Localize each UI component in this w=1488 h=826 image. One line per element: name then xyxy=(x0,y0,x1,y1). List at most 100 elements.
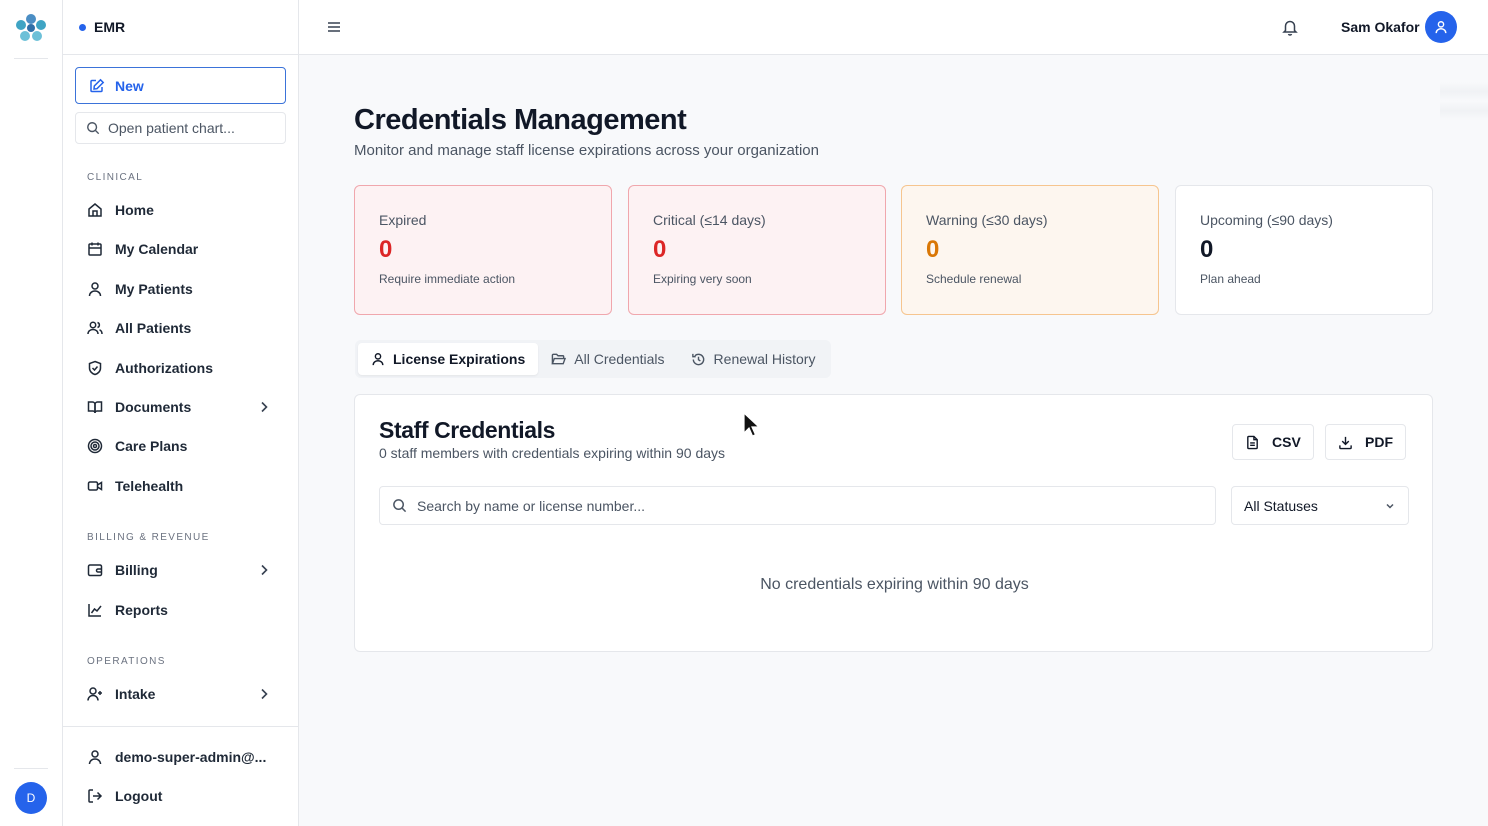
user-icon xyxy=(88,282,102,297)
sidebar-item-label: Reports xyxy=(115,602,168,618)
sidebar-item-calendar[interactable]: My Calendar xyxy=(75,233,286,265)
stat-description: Expiring very soon xyxy=(653,272,752,286)
sidebar-item-reports[interactable]: Reports xyxy=(75,594,286,626)
users-icon xyxy=(87,321,103,335)
mouse-cursor-icon xyxy=(743,412,761,437)
user-avatar[interactable] xyxy=(1425,11,1457,43)
new-button-label: New xyxy=(115,77,144,94)
sidebar-item-care-plans[interactable]: Care Plans xyxy=(75,430,286,462)
rail-divider xyxy=(14,58,48,59)
patient-chart-search[interactable] xyxy=(75,112,286,144)
sidebar-item-label: Billing xyxy=(115,562,158,578)
stat-description: Plan ahead xyxy=(1200,272,1261,286)
chevron-right-icon xyxy=(261,564,268,576)
sidebar-item-label: My Calendar xyxy=(115,241,199,257)
export-pdf-button[interactable]: PDF xyxy=(1325,424,1406,460)
bell-icon[interactable] xyxy=(1281,18,1299,36)
credential-search[interactable] xyxy=(379,486,1216,525)
empty-state-message: No credentials expiring within 90 days xyxy=(760,576,1029,593)
page-subtitle: Monitor and manage staff license expirat… xyxy=(354,142,819,159)
sidebar-item-label: Intake xyxy=(115,686,156,702)
sidebar-header: EMR xyxy=(63,0,298,55)
section-label-clinical: CLINICAL xyxy=(87,172,144,183)
logout-label: Logout xyxy=(115,788,163,804)
scroll-indicator xyxy=(1440,82,1488,130)
sidebar-item-label: Home xyxy=(115,202,154,218)
sidebar-item-label: My Patients xyxy=(115,281,193,297)
user-name[interactable]: Sam Okafor xyxy=(1341,19,1420,35)
rail-avatar[interactable]: D xyxy=(15,782,47,814)
stat-value: 0 xyxy=(653,236,667,263)
stat-value: 0 xyxy=(1200,236,1214,263)
stat-card-critical[interactable]: Critical (≤14 days) 0 Expiring very soon xyxy=(628,185,886,315)
home-icon xyxy=(88,203,102,217)
account-email: demo-super-admin@... xyxy=(115,749,267,765)
stat-description: Require immediate action xyxy=(379,272,516,286)
tab-label: License Expirations xyxy=(393,351,526,367)
tab-renewal-history[interactable]: Renewal History xyxy=(678,343,829,375)
book-open-icon xyxy=(87,401,103,414)
sidebar: EMR New CLINICAL Home My Calendar My Pat… xyxy=(63,0,299,826)
chevron-right-icon xyxy=(261,401,268,413)
stat-label: Upcoming (≤90 days) xyxy=(1200,212,1333,228)
sidebar-item-all-patients[interactable]: All Patients xyxy=(75,312,286,344)
section-label-operations: OPERATIONS xyxy=(87,656,166,667)
sidebar-item-label: Documents xyxy=(115,399,192,415)
stat-card-expired[interactable]: Expired 0 Require immediate action xyxy=(354,185,612,315)
logout-icon xyxy=(88,789,103,803)
search-icon xyxy=(393,499,407,513)
calendar-icon xyxy=(88,242,102,256)
credentials-tabs: License Expirations All Credentials Rene… xyxy=(355,340,832,378)
stat-value: 0 xyxy=(926,236,940,263)
status-dot-icon xyxy=(79,23,86,31)
user-icon xyxy=(1435,21,1447,34)
card-subtitle: 0 staff members with credentials expirin… xyxy=(379,445,726,461)
user-icon xyxy=(88,750,102,765)
section-label-billing: BILLING & REVENUE xyxy=(87,532,210,543)
stat-label: Critical (≤14 days) xyxy=(653,212,766,228)
edit-icon xyxy=(90,78,105,92)
chevron-down-icon xyxy=(1386,503,1394,509)
sidebar-item-label: Care Plans xyxy=(115,438,188,454)
patient-chart-input[interactable] xyxy=(108,120,278,136)
sidebar-item-home[interactable]: Home xyxy=(75,194,286,226)
sidebar-item-label: All Patients xyxy=(115,320,192,336)
sidebar-item-documents[interactable]: Documents xyxy=(75,391,286,423)
stat-card-warning[interactable]: Warning (≤30 days) 0 Schedule renewal xyxy=(901,185,1159,315)
status-filter-select[interactable]: All Statuses xyxy=(1231,486,1409,525)
sidebar-item-account[interactable]: demo-super-admin@... xyxy=(75,741,286,773)
credential-search-input[interactable] xyxy=(417,497,1197,514)
export-csv-button[interactable]: CSV xyxy=(1232,424,1314,460)
stat-label: Expired xyxy=(379,212,427,228)
download-icon xyxy=(1339,436,1352,449)
sidebar-item-authorizations[interactable]: Authorizations xyxy=(75,352,286,384)
user-icon xyxy=(372,353,384,366)
sidebar-item-telehealth[interactable]: Telehealth xyxy=(75,470,286,502)
user-plus-icon xyxy=(87,687,102,701)
tab-license-expirations[interactable]: License Expirations xyxy=(358,343,539,375)
sidebar-footer-divider xyxy=(63,726,299,727)
sidebar-item-label: Telehealth xyxy=(115,478,184,494)
topbar: Sam Okafor xyxy=(299,0,1488,55)
logout-button[interactable]: Logout xyxy=(75,780,286,812)
video-icon xyxy=(87,481,103,491)
stat-card-upcoming[interactable]: Upcoming (≤90 days) 0 Plan ahead xyxy=(1175,185,1433,315)
menu-icon[interactable] xyxy=(326,19,342,35)
tab-label: All Credentials xyxy=(574,351,665,367)
new-button[interactable]: New xyxy=(75,67,286,104)
sidebar-item-my-patients[interactable]: My Patients xyxy=(75,273,286,305)
app-rail: D xyxy=(0,0,63,826)
sidebar-item-intake[interactable]: Intake xyxy=(75,678,286,710)
folder-open-icon xyxy=(551,353,567,364)
history-icon xyxy=(691,353,704,365)
sidebar-item-billing[interactable]: Billing xyxy=(75,554,286,586)
tab-label: Renewal History xyxy=(713,351,816,367)
line-chart-icon xyxy=(88,604,102,617)
app-logo-icon[interactable] xyxy=(14,12,48,44)
tab-all-credentials[interactable]: All Credentials xyxy=(538,343,677,375)
staff-credentials-card: Staff Credentials 0 staff members with c… xyxy=(354,394,1433,652)
sidebar-item-label: Authorizations xyxy=(115,360,213,376)
page-title: Credentials Management xyxy=(354,104,687,136)
app-name: EMR xyxy=(94,19,126,35)
chevron-right-icon xyxy=(261,688,268,700)
